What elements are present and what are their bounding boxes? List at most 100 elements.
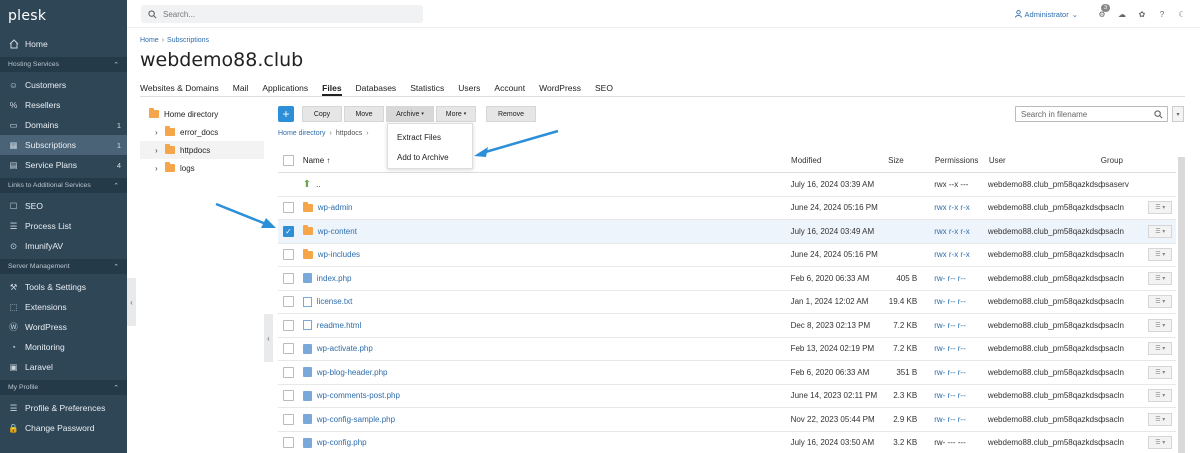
row-checkbox[interactable]: [283, 390, 294, 402]
chevron-right-icon[interactable]: ›: [155, 164, 165, 173]
file-permissions[interactable]: rw- r-- r--: [919, 297, 973, 306]
sidebar-item-service-plans[interactable]: ▤ Service Plans 4: [0, 155, 127, 175]
breadcrumb-home-link[interactable]: Home: [140, 37, 159, 44]
search-options-dropdown[interactable]: ▾: [1172, 106, 1184, 122]
column-permissions[interactable]: Permissions: [920, 156, 979, 165]
table-row[interactable]: wp-comments-post.php June 14, 2023 02:11…: [278, 385, 1176, 408]
column-group[interactable]: Group: [1101, 156, 1149, 165]
row-checkbox[interactable]: [283, 296, 294, 308]
admin-menu[interactable]: Administrator ⌄: [1014, 10, 1078, 19]
sidebar-item-process-list[interactable]: ☰ Process List: [0, 216, 127, 236]
move-button[interactable]: Move: [344, 106, 384, 122]
menu-item-add-to-archive[interactable]: Add to Archive: [388, 147, 472, 167]
file-name-link[interactable]: wp-comments-post.php: [317, 391, 400, 400]
sidebar-item-wordpress[interactable]: Ⓦ WordPress: [0, 317, 127, 337]
tab-seo[interactable]: SEO: [595, 80, 613, 96]
column-user[interactable]: User: [974, 156, 1101, 165]
row-actions-button[interactable]: ☰ ▾: [1148, 342, 1173, 356]
row-checkbox[interactable]: [283, 272, 294, 284]
sidebar-section-header[interactable]: Hosting Services ⌃: [0, 57, 127, 72]
file-name-link[interactable]: index.php: [317, 274, 352, 283]
filename-search-input[interactable]: Search in filename: [1015, 106, 1168, 122]
chevron-right-icon[interactable]: ›: [155, 128, 165, 137]
table-row[interactable]: wp-activate.php Feb 13, 2024 02:19 PM 7.…: [278, 338, 1176, 361]
tree-item-home-directory[interactable]: Home directory: [140, 105, 264, 123]
updates-button[interactable]: ✿: [1132, 10, 1152, 19]
menu-item-extract-files[interactable]: Extract Files: [388, 127, 472, 147]
sidebar-item-domains[interactable]: ▭ Domains 1: [0, 115, 127, 135]
tree-item-error-docs[interactable]: › error_docs: [140, 123, 264, 141]
sidebar-item-extensions[interactable]: ⬚ Extensions: [0, 297, 127, 317]
table-row[interactable]: ⬆.. July 16, 2024 03:39 AM rwx --x --- w…: [278, 173, 1176, 197]
file-permissions[interactable]: rwx r-x r-x: [919, 250, 973, 259]
sidebar-item-subscriptions[interactable]: ▦ Subscriptions 1: [0, 135, 127, 155]
table-row[interactable]: wp-admin June 24, 2024 05:16 PM rwx r-x …: [278, 197, 1176, 220]
remove-button[interactable]: Remove: [486, 106, 536, 122]
column-modified[interactable]: Modified: [791, 156, 885, 165]
row-actions-button[interactable]: ☰ ▾: [1148, 295, 1173, 309]
file-name-link[interactable]: license.txt: [317, 297, 353, 306]
file-permissions[interactable]: rwx r-x r-x: [919, 203, 973, 212]
file-permissions[interactable]: rw- r-- r--: [919, 415, 973, 424]
file-permissions[interactable]: rw- r-- r--: [919, 274, 973, 283]
sidebar-collapse-button[interactable]: ‹: [127, 278, 136, 326]
theme-toggle[interactable]: ☾: [1172, 10, 1192, 19]
file-name-link[interactable]: wp-admin: [318, 203, 353, 212]
sidebar-item-laravel[interactable]: ▣ Laravel: [0, 357, 127, 377]
row-actions-button[interactable]: ☰ ▾: [1148, 224, 1173, 238]
row-checkbox[interactable]: ✓: [283, 225, 294, 237]
tree-item-logs[interactable]: › logs: [140, 159, 264, 177]
tab-files[interactable]: Files: [322, 80, 342, 96]
row-actions-button[interactable]: ☰ ▾: [1148, 365, 1173, 379]
file-name-link[interactable]: wp-config-sample.php: [317, 415, 395, 424]
row-actions-button[interactable]: ☰ ▾: [1148, 436, 1173, 450]
file-permissions[interactable]: rwx r-x r-x: [919, 227, 973, 236]
tab-mail[interactable]: Mail: [233, 80, 249, 96]
sidebar-item-monitoring[interactable]: ◔ Monitoring: [0, 337, 127, 357]
file-name-link[interactable]: wp-config.php: [317, 438, 367, 447]
tree-item-httpdocs[interactable]: › httpdocs: [140, 141, 264, 159]
file-name-link[interactable]: readme.html: [317, 321, 361, 330]
file-name-link[interactable]: wp-includes: [318, 250, 360, 259]
tab-users[interactable]: Users: [458, 80, 480, 96]
sidebar-item-home[interactable]: Home: [0, 34, 127, 54]
file-permissions[interactable]: rw- r-- r--: [919, 391, 973, 400]
row-checkbox[interactable]: [283, 343, 294, 355]
file-permissions[interactable]: rw- r-- r--: [919, 321, 973, 330]
sidebar-item-imunifyav[interactable]: ⊙ ImunifyAV: [0, 236, 127, 256]
row-checkbox[interactable]: [283, 202, 294, 214]
sidebar-section-header[interactable]: My Profile ⌃: [0, 380, 127, 395]
cloud-button[interactable]: ☁: [1112, 10, 1132, 19]
table-scrollbar[interactable]: [1178, 157, 1185, 453]
table-row[interactable]: wp-includes June 24, 2024 05:16 PM rwx r…: [278, 244, 1176, 267]
notifications-button[interactable]: ⚙ 3: [1092, 3, 1112, 19]
sidebar-item-resellers[interactable]: % Resellers: [0, 95, 127, 115]
plesk-logo[interactable]: plesk: [0, 0, 127, 34]
file-permissions[interactable]: rw- r-- r--: [919, 344, 973, 353]
file-name-link[interactable]: wp-blog-header.php: [317, 368, 388, 377]
table-row[interactable]: ✓ wp-content July 16, 2024 03:49 AM rwx …: [278, 220, 1176, 244]
row-checkbox[interactable]: [283, 413, 294, 425]
sidebar-item-change-password[interactable]: 🔒 Change Password: [0, 418, 127, 438]
tree-collapse-button[interactable]: ‹: [264, 314, 273, 362]
tab-applications[interactable]: Applications: [262, 80, 308, 96]
row-actions-button[interactable]: ☰ ▾: [1148, 318, 1173, 332]
file-name-link[interactable]: wp-content: [318, 227, 357, 236]
global-search-input[interactable]: Search...: [141, 5, 423, 23]
file-name-link[interactable]: wp-activate.php: [317, 344, 373, 353]
column-size[interactable]: Size: [885, 156, 920, 165]
file-name-link[interactable]: ..: [316, 180, 320, 189]
chevron-right-icon[interactable]: ›: [155, 146, 165, 155]
table-row[interactable]: wp-blog-header.php Feb 6, 2020 06:33 AM …: [278, 361, 1176, 385]
row-checkbox[interactable]: [283, 366, 294, 378]
sidebar-item-tools-settings[interactable]: ⚒ Tools & Settings: [0, 277, 127, 297]
tab-websites-domains[interactable]: Websites & Domains: [140, 80, 219, 96]
row-actions-button[interactable]: ☰ ▾: [1148, 201, 1173, 215]
table-row[interactable]: wp-config-sample.php Nov 22, 2023 05:44 …: [278, 408, 1176, 432]
breadcrumb-subscriptions-link[interactable]: Subscriptions: [167, 37, 209, 44]
table-row[interactable]: license.txt Jan 1, 2024 12:02 AM 19.4 KB…: [278, 291, 1176, 314]
more-button[interactable]: More ▾: [436, 106, 476, 122]
select-all-checkbox[interactable]: [283, 155, 294, 166]
row-actions-button[interactable]: ☰ ▾: [1148, 412, 1173, 426]
tab-statistics[interactable]: Statistics: [410, 80, 444, 96]
